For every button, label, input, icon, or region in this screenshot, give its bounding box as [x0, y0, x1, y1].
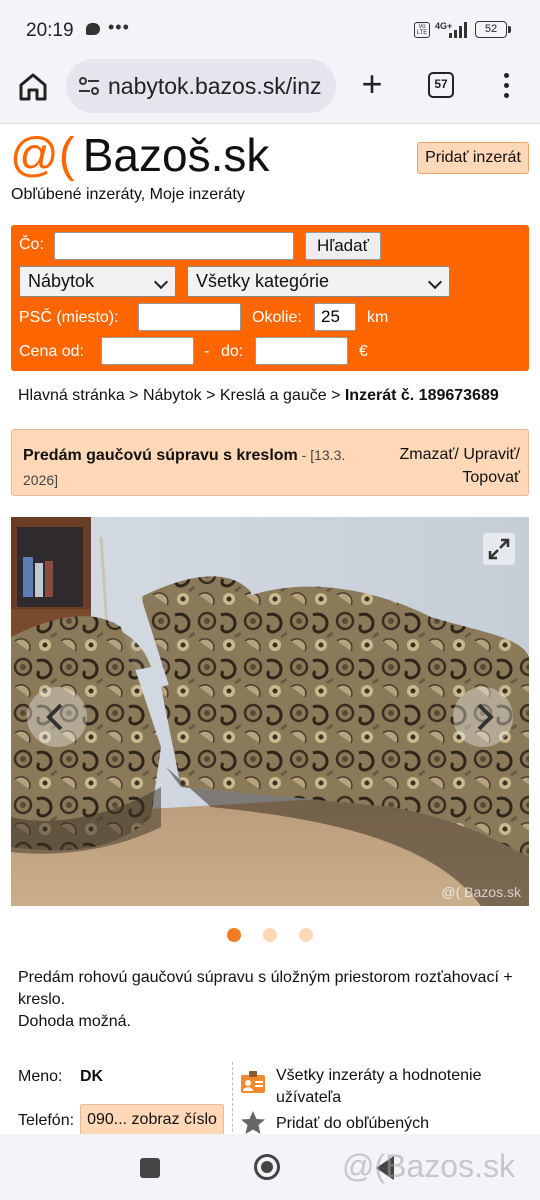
photo-watermark: @( Bazos.sk	[441, 884, 521, 900]
previous-image-button[interactable]	[27, 687, 87, 747]
browser-menu-icon[interactable]	[496, 70, 516, 102]
radius-input[interactable]	[314, 303, 356, 331]
chevron-down-icon	[153, 274, 169, 290]
listing-title-block: Predám gaučovú súpravu s kreslom - [13.3…	[23, 443, 353, 493]
price-separator: -	[204, 343, 210, 360]
name-value: DK	[80, 1068, 104, 1085]
info-divider	[232, 1062, 233, 1134]
chevron-right-icon	[477, 703, 494, 731]
listing-header: Predám gaučovú súpravu s kreslom - [13.3…	[11, 429, 529, 496]
home-nav-button[interactable]	[254, 1154, 280, 1180]
more-notifications-icon: •••	[108, 17, 130, 37]
search-button[interactable]: Hľadať	[305, 232, 381, 260]
gallery-dot-1[interactable]	[227, 928, 241, 942]
breadcrumb-path[interactable]: Hlavná stránka > Nábytok > Kreslá a gauč…	[18, 387, 345, 404]
chevron-left-icon	[46, 703, 63, 731]
recent-apps-button[interactable]	[140, 1158, 160, 1178]
listing-description: Predám rohovú gaučovú súpravu s úložným …	[18, 967, 528, 1033]
radius-unit: km	[367, 309, 389, 326]
tab-switcher-button[interactable]: 57	[428, 72, 454, 98]
subcategory-select-value: Všetky kategórie	[196, 271, 330, 291]
image-gallery[interactable]: @( Bazos.sk	[11, 517, 529, 906]
listing-date-start: - [13.3.	[297, 447, 346, 463]
phone-label: Telefón:	[18, 1112, 75, 1129]
psc-label: PSČ (miesto):	[19, 309, 119, 326]
bazos-watermark: @(Bazos.sk	[342, 1148, 515, 1184]
status-time: 20:19	[26, 20, 74, 41]
psc-input[interactable]	[138, 303, 241, 331]
search-panel: Čo: Hľadať Nábytok Všetky kategórie PSČ …	[11, 225, 529, 371]
logo-symbol: @(	[10, 129, 75, 182]
post-ad-button[interactable]: Pridať inzerát	[417, 142, 529, 174]
signal-icon	[449, 22, 467, 38]
home-icon[interactable]	[16, 70, 50, 104]
listing-photo	[11, 517, 529, 906]
message-icon	[86, 23, 100, 35]
star-icon	[241, 1111, 265, 1134]
edit-delete-links[interactable]: Zmazať/ Upraviť/	[400, 446, 520, 463]
name-label: Meno:	[18, 1068, 63, 1085]
price-label: Cena od:	[19, 343, 84, 360]
price-to-label: do:	[221, 343, 244, 360]
user-card-icon	[241, 1071, 265, 1093]
category-select[interactable]: Nábytok	[19, 266, 176, 297]
next-image-button[interactable]	[453, 687, 513, 747]
category-select-value: Nábytok	[28, 271, 95, 291]
chevron-down-icon	[427, 274, 443, 290]
gallery-dot-3[interactable]	[299, 928, 313, 942]
description-line-1: Predám rohovú gaučovú súpravu s úložným …	[18, 969, 513, 1008]
breadcrumb-current: Inzerát č. 189673689	[344, 387, 499, 404]
gallery-dot-2[interactable]	[263, 928, 277, 942]
gallery-pagination	[0, 928, 540, 944]
phone-row: Telefón: 090... zobraz číslo	[18, 1104, 224, 1134]
listing-actions[interactable]: Zmazať/ Upraviť/ Topovať	[370, 443, 520, 489]
description-line-2: Dohoda možná.	[18, 1013, 131, 1030]
system-navigation-bar: @(Bazos.sk	[0, 1134, 540, 1200]
listing-date-end: 2026]	[23, 472, 59, 488]
status-bar: 20:19 ••• Vo LTE 4G+ 52	[0, 0, 540, 58]
price-from-input[interactable]	[101, 337, 194, 365]
fullscreen-button[interactable]	[483, 533, 515, 565]
name-row: Meno: DK	[18, 1068, 103, 1086]
expand-icon	[488, 538, 510, 560]
currency-label: €	[359, 343, 368, 360]
address-bar[interactable]: nabytok.bazos.sk/inz	[66, 59, 336, 113]
site-logo[interactable]: @(Bazoš.sk	[10, 128, 269, 182]
browser-toolbar: nabytok.bazos.sk/inz + 57	[0, 58, 540, 124]
battery-icon: 52	[475, 21, 511, 38]
logo-text: Bazoš.sk	[82, 129, 270, 181]
volte-icon: Vo LTE	[414, 22, 430, 38]
site-settings-icon[interactable]	[78, 76, 100, 96]
new-tab-button[interactable]: +	[356, 66, 388, 106]
subcategory-select[interactable]: Všetky kategórie	[187, 266, 450, 297]
query-label: Čo:	[19, 236, 44, 253]
search-input[interactable]	[54, 232, 294, 260]
radius-label: Okolie:	[252, 309, 302, 326]
top-listing-link[interactable]: Topovať	[462, 469, 520, 486]
show-phone-button[interactable]: 090... zobraz číslo	[80, 1104, 224, 1134]
listing-title: Predám gaučovú súpravu s kreslom	[23, 447, 298, 464]
breadcrumb: Hlavná stránka > Nábytok > Kreslá a gauč…	[18, 387, 499, 405]
add-to-favorites-link[interactable]: Pridať do obľúbených	[276, 1113, 429, 1134]
url-text: nabytok.bazos.sk/inz	[108, 73, 322, 99]
favorite-links[interactable]: Obľúbené inzeráty, Moje inzeráty	[11, 186, 245, 204]
page-content: @(Bazoš.sk Pridať inzerát Obľúbené inzer…	[0, 124, 540, 1134]
price-to-input[interactable]	[255, 337, 348, 365]
all-user-ads-link[interactable]: Všetky inzeráty a hodnotenie užívateľa	[276, 1065, 526, 1109]
